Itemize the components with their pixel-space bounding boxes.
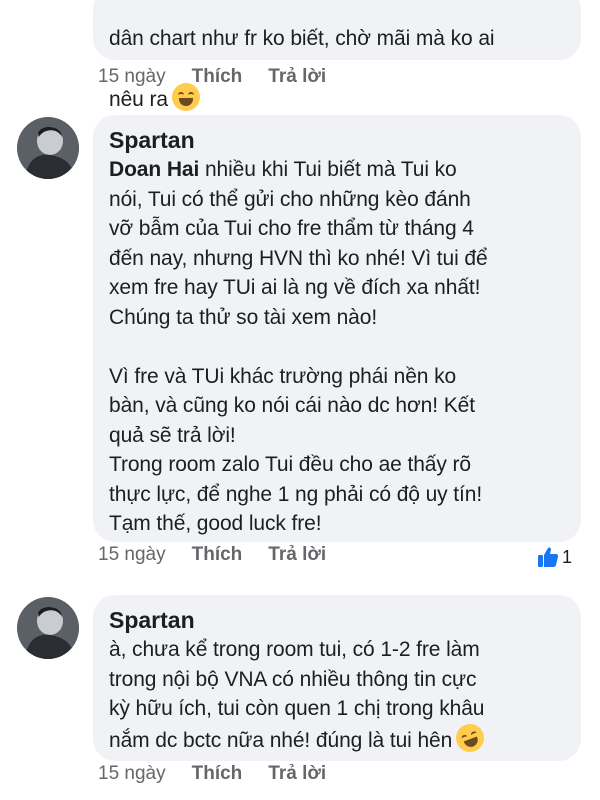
comment-author-2[interactable]: Spartan <box>109 125 565 155</box>
comment-text-2: Doan Hai nhiều khi Tui biết mà Tui ko nó… <box>109 155 565 539</box>
like-button-1[interactable]: Thích <box>192 66 243 88</box>
avatar-spartan-2[interactable] <box>17 597 79 659</box>
comment-text-1-line-1: dân chart như fr ko biết, chờ mãi mà ko … <box>109 26 495 50</box>
comment-actions-3: 15 ngày Thích Trả lời <box>98 763 326 785</box>
comment-body-3: à, chưa kể trong room tui, có 1-2 fre là… <box>109 638 485 752</box>
thumbs-up-icon <box>538 547 559 567</box>
comment-body-2: nhiều khi Tui biết mà Tui ko nói, Tui có… <box>109 158 488 535</box>
reaction-count-badge[interactable]: 1 <box>536 545 572 569</box>
avatar-image-icon <box>17 597 79 659</box>
mention-doan-hai[interactable]: Doan Hai <box>109 158 199 181</box>
comment-time-2: 15 ngày <box>98 544 166 565</box>
like-count: 1 <box>562 546 573 567</box>
reply-button-2[interactable]: Trả lời <box>268 544 326 566</box>
rofl-emoji-icon <box>452 719 489 756</box>
comment-text-3: à, chưa kể trong room tui, có 1-2 fre là… <box>109 635 565 756</box>
comment-actions-1: 15 ngày Thích Trả lời <box>98 66 326 88</box>
like-button-3[interactable]: Thích <box>192 763 243 785</box>
comment-bubble-1: dân chart như fr ko biết, chờ mãi mà ko … <box>93 0 581 111</box>
comment-time-3: 15 ngày <box>98 763 166 784</box>
avatar-spartan-1[interactable] <box>17 117 79 179</box>
reply-button-1[interactable]: Trả lời <box>268 66 326 88</box>
comment-text-1: dân chart như fr ko biết, chờ mãi mà ko … <box>109 0 565 114</box>
reply-button-3[interactable]: Trả lời <box>268 763 326 785</box>
comment-author-3[interactable]: Spartan <box>109 605 565 635</box>
comment-text-1-line-2: nêu ra <box>109 87 168 111</box>
like-button-2[interactable]: Thích <box>192 544 243 566</box>
comment-time-1: 15 ngày <box>98 66 166 87</box>
comment-bubble-3: Spartan à, chưa kể trong room tui, có 1-… <box>93 595 581 761</box>
avatar-image-icon <box>17 117 79 179</box>
comment-bubble-2: Spartan Doan Hai nhiều khi Tui biết mà T… <box>93 115 581 542</box>
comment-actions-2: 15 ngày Thích Trả lời <box>98 544 326 566</box>
